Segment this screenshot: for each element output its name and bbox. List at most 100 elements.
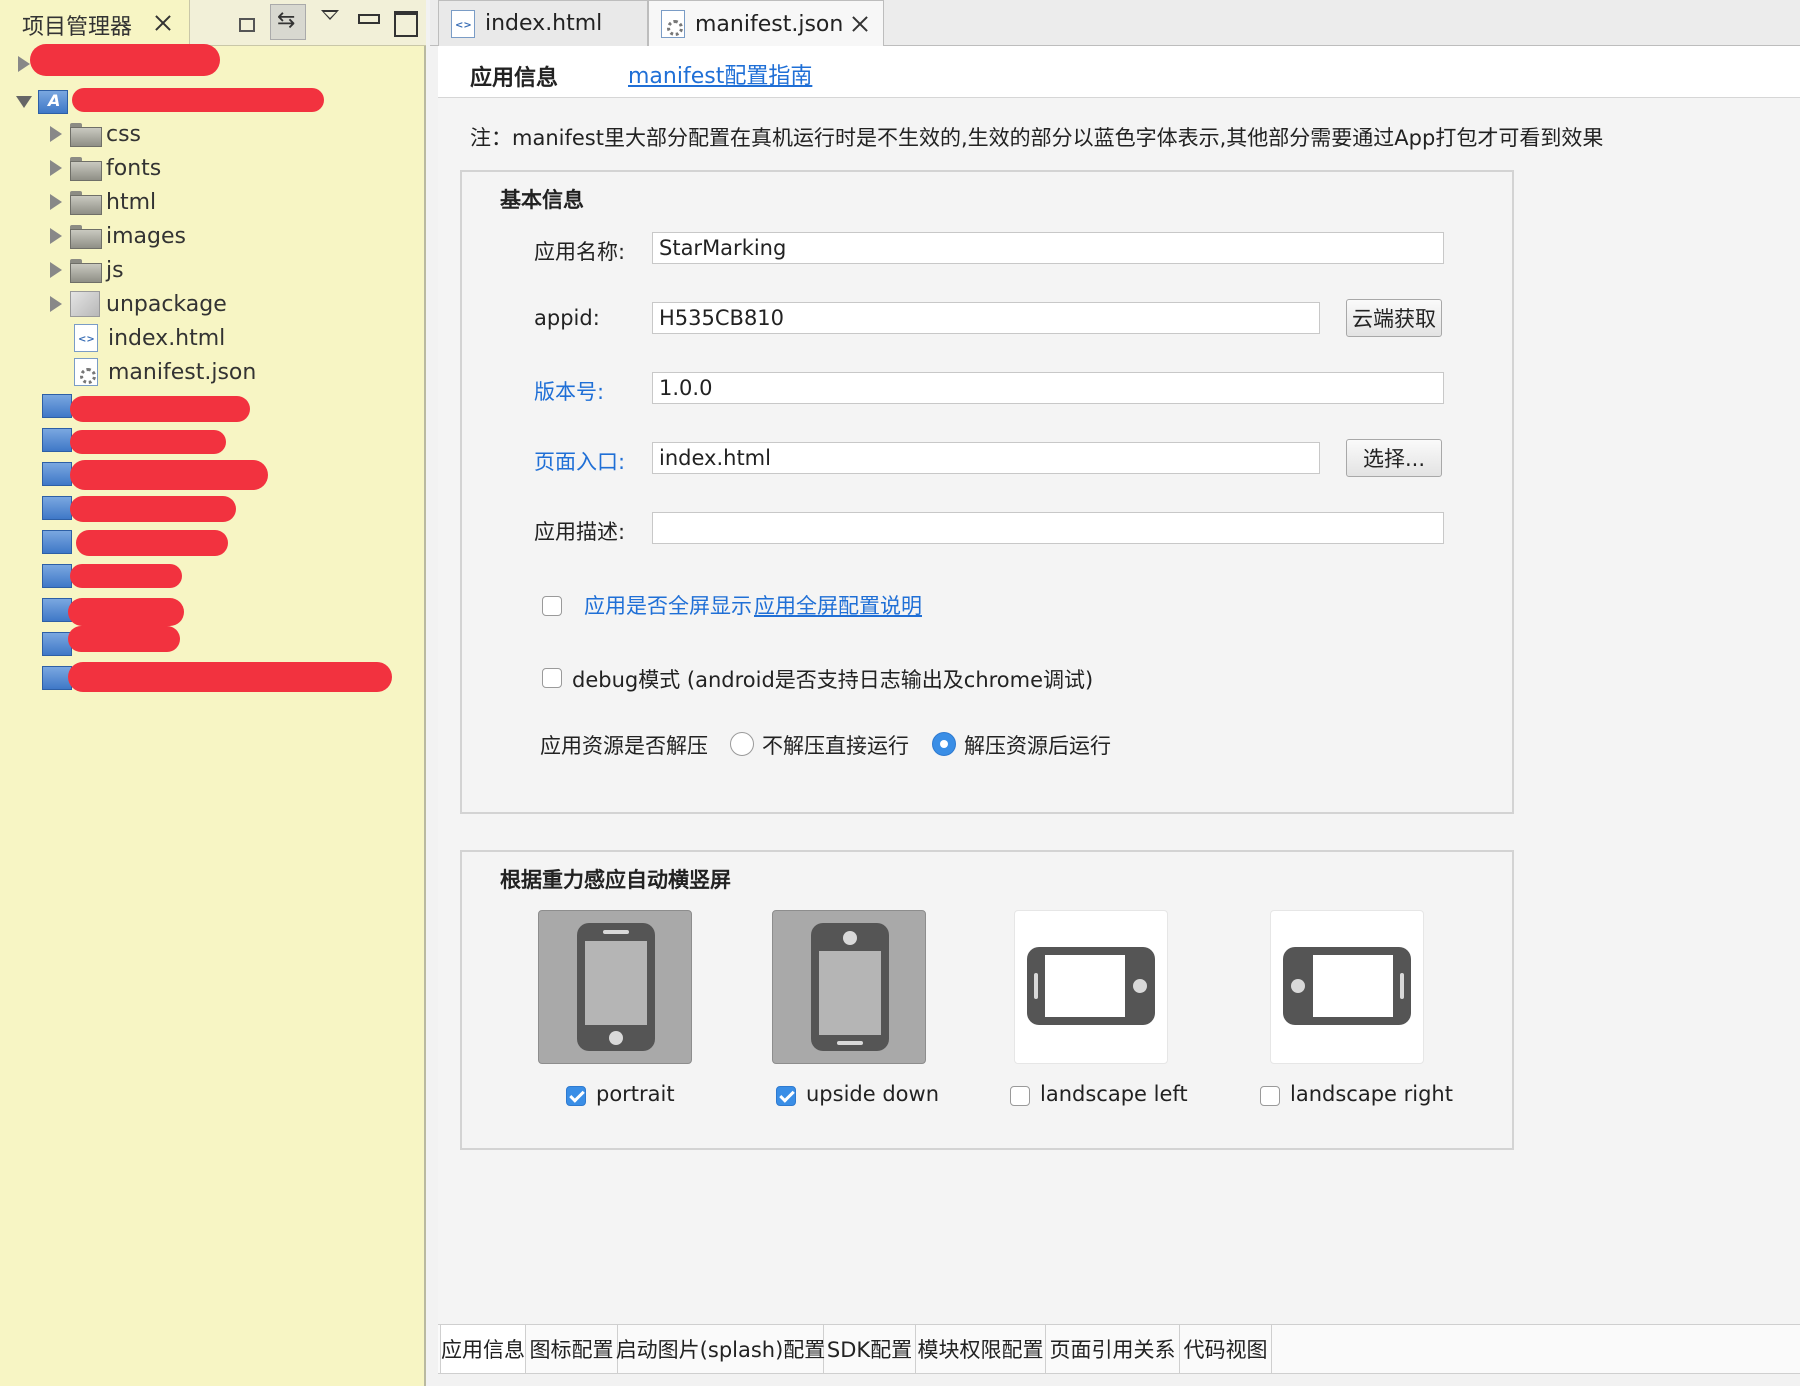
orientation-group: 根据重力感应自动横竖屏 portrait upside down landsca… bbox=[460, 850, 1514, 1150]
project-explorer-title: 项目管理器 bbox=[22, 15, 133, 40]
landscape-right-phone-icon bbox=[1283, 947, 1411, 1025]
redaction-mark bbox=[70, 396, 250, 422]
editor-area: index.html manifest.json 应用信息 manifest配置… bbox=[430, 0, 1800, 1386]
fetch-appid-button[interactable]: 云端获取 bbox=[1346, 299, 1442, 337]
tree-row-project[interactable] bbox=[42, 526, 78, 558]
choose-entry-button[interactable]: 选择... bbox=[1346, 439, 1442, 477]
close-icon[interactable] bbox=[152, 12, 174, 34]
tab-label: manifest.json bbox=[695, 11, 844, 37]
tree-item-manifest-json[interactable]: manifest.json bbox=[70, 356, 256, 388]
landscape-left-tile[interactable] bbox=[1014, 910, 1168, 1064]
landscape-left-label: landscape left bbox=[1040, 1082, 1188, 1106]
tree-item-images[interactable]: images bbox=[50, 220, 186, 252]
expand-arrow-icon[interactable] bbox=[50, 126, 62, 142]
tree-item-css[interactable]: css bbox=[50, 118, 141, 150]
portrait-label: portrait bbox=[596, 1082, 675, 1106]
no-unpack-radio[interactable] bbox=[730, 732, 754, 756]
app-desc-input[interactable] bbox=[652, 512, 1444, 544]
appid-input[interactable] bbox=[652, 302, 1320, 334]
entry-page-input[interactable] bbox=[652, 442, 1320, 474]
maximize-icon[interactable] bbox=[388, 4, 424, 40]
tree-item-html[interactable]: html bbox=[50, 186, 156, 218]
debug-label: debug模式 (android是否支持日志输出及chrome调试) bbox=[572, 668, 1094, 692]
tree-item-label: images bbox=[106, 223, 186, 249]
json-file-icon bbox=[74, 358, 98, 386]
landscape-left-phone-icon bbox=[1027, 947, 1155, 1025]
project-folder-icon bbox=[42, 462, 72, 486]
bottom-tab-bar: 应用信息 图标配置 启动图片(splash)配置 SDK配置 模块权限配置 页面… bbox=[438, 1324, 1800, 1374]
basic-info-group: 基本信息 应用名称: appid: 云端获取 版本号: 页面入口: 选择... … bbox=[460, 170, 1514, 814]
redaction-mark bbox=[76, 530, 228, 556]
section-title: 应用信息 bbox=[470, 66, 559, 91]
html-file-icon bbox=[451, 9, 475, 38]
folder-icon bbox=[70, 123, 102, 147]
tab-manifest-json[interactable]: manifest.json bbox=[648, 0, 884, 47]
portrait-checkbox[interactable] bbox=[566, 1086, 586, 1106]
link-with-editor-icon[interactable]: ⇆ bbox=[270, 4, 306, 40]
tree-item-fonts[interactable]: fonts bbox=[50, 152, 161, 184]
redaction-mark bbox=[70, 460, 268, 490]
expand-arrow-icon[interactable] bbox=[18, 56, 30, 72]
version-input[interactable] bbox=[652, 372, 1444, 404]
tree-item-unpackage[interactable]: unpackage bbox=[50, 288, 227, 320]
portrait-phone-icon bbox=[577, 923, 655, 1051]
redaction-mark bbox=[70, 496, 236, 522]
tab-splash-config[interactable]: 启动图片(splash)配置 bbox=[616, 1325, 825, 1373]
collapse-all-icon[interactable] bbox=[228, 4, 264, 40]
close-icon[interactable] bbox=[849, 13, 871, 35]
project-folder-icon bbox=[42, 564, 72, 588]
app-name-input[interactable] bbox=[652, 232, 1444, 264]
tab-code-view[interactable]: 代码视图 bbox=[1180, 1325, 1272, 1373]
tab-page-references[interactable]: 页面引用关系 bbox=[1046, 1325, 1180, 1373]
tree-item-label: unpackage bbox=[106, 291, 227, 317]
appid-label: appid: bbox=[534, 306, 600, 330]
view-menu-icon[interactable] bbox=[312, 4, 348, 40]
project-explorer-tab[interactable]: 项目管理器 bbox=[0, 0, 190, 46]
upside-down-phone-icon bbox=[811, 923, 889, 1051]
fullscreen-help-link[interactable]: 应用全屏配置说明 bbox=[754, 590, 922, 620]
group-title: 根据重力感应自动横竖屏 bbox=[500, 868, 731, 892]
app-project-icon bbox=[38, 90, 68, 114]
landscape-right-label: landscape right bbox=[1290, 1082, 1453, 1106]
expand-arrow-icon[interactable] bbox=[50, 160, 62, 176]
expand-arrow-icon[interactable] bbox=[50, 296, 62, 312]
manifest-note: 注：manifest里大部分配置在真机运行时是不生效的,生效的部分以蓝色字体表示… bbox=[470, 126, 1604, 150]
tab-sdk-config[interactable]: SDK配置 bbox=[824, 1325, 916, 1373]
unpack-radio[interactable] bbox=[932, 732, 956, 756]
landscape-right-tile[interactable] bbox=[1270, 910, 1424, 1064]
tab-module-permissions[interactable]: 模块权限配置 bbox=[916, 1325, 1046, 1373]
tab-index-html[interactable]: index.html bbox=[438, 0, 648, 46]
fullscreen-checkbox[interactable] bbox=[542, 596, 562, 616]
collapse-arrow-icon[interactable] bbox=[16, 96, 32, 108]
debug-checkbox[interactable] bbox=[542, 668, 562, 688]
fullscreen-label: 应用是否全屏显示 bbox=[584, 594, 752, 618]
upside-down-checkbox[interactable] bbox=[776, 1086, 796, 1106]
app-name-label: 应用名称: bbox=[534, 240, 626, 264]
landscape-left-checkbox[interactable] bbox=[1010, 1086, 1030, 1106]
upside-down-tile[interactable] bbox=[772, 910, 926, 1064]
editor-tab-bar: index.html manifest.json bbox=[430, 0, 1800, 47]
minimize-icon[interactable] bbox=[350, 4, 386, 40]
expand-arrow-icon[interactable] bbox=[50, 194, 62, 210]
tab-app-info[interactable]: 应用信息 bbox=[440, 1325, 526, 1373]
redaction-mark bbox=[72, 88, 324, 112]
unpack-label: 应用资源是否解压 bbox=[540, 734, 708, 758]
redaction-mark bbox=[68, 598, 184, 626]
tree-item-label: html bbox=[106, 189, 157, 215]
tab-icon-config[interactable]: 图标配置 bbox=[526, 1325, 618, 1373]
manifest-guide-link[interactable]: manifest配置指南 bbox=[628, 58, 812, 90]
expand-arrow-icon[interactable] bbox=[50, 262, 62, 278]
package-icon bbox=[70, 291, 100, 317]
folder-icon bbox=[70, 225, 102, 249]
tree-row-project-expanded[interactable] bbox=[16, 86, 74, 118]
landscape-right-checkbox[interactable] bbox=[1260, 1086, 1280, 1106]
project-folder-icon bbox=[42, 530, 72, 554]
expand-arrow-icon[interactable] bbox=[50, 228, 62, 244]
tree-item-label: fonts bbox=[106, 155, 162, 181]
portrait-tile[interactable] bbox=[538, 910, 692, 1064]
redaction-mark bbox=[68, 662, 392, 692]
tree-item-js[interactable]: js bbox=[50, 254, 124, 286]
project-folder-icon bbox=[42, 496, 72, 520]
entry-page-label: 页面入口: bbox=[534, 450, 626, 474]
tree-item-index-html[interactable]: index.html bbox=[70, 322, 225, 354]
